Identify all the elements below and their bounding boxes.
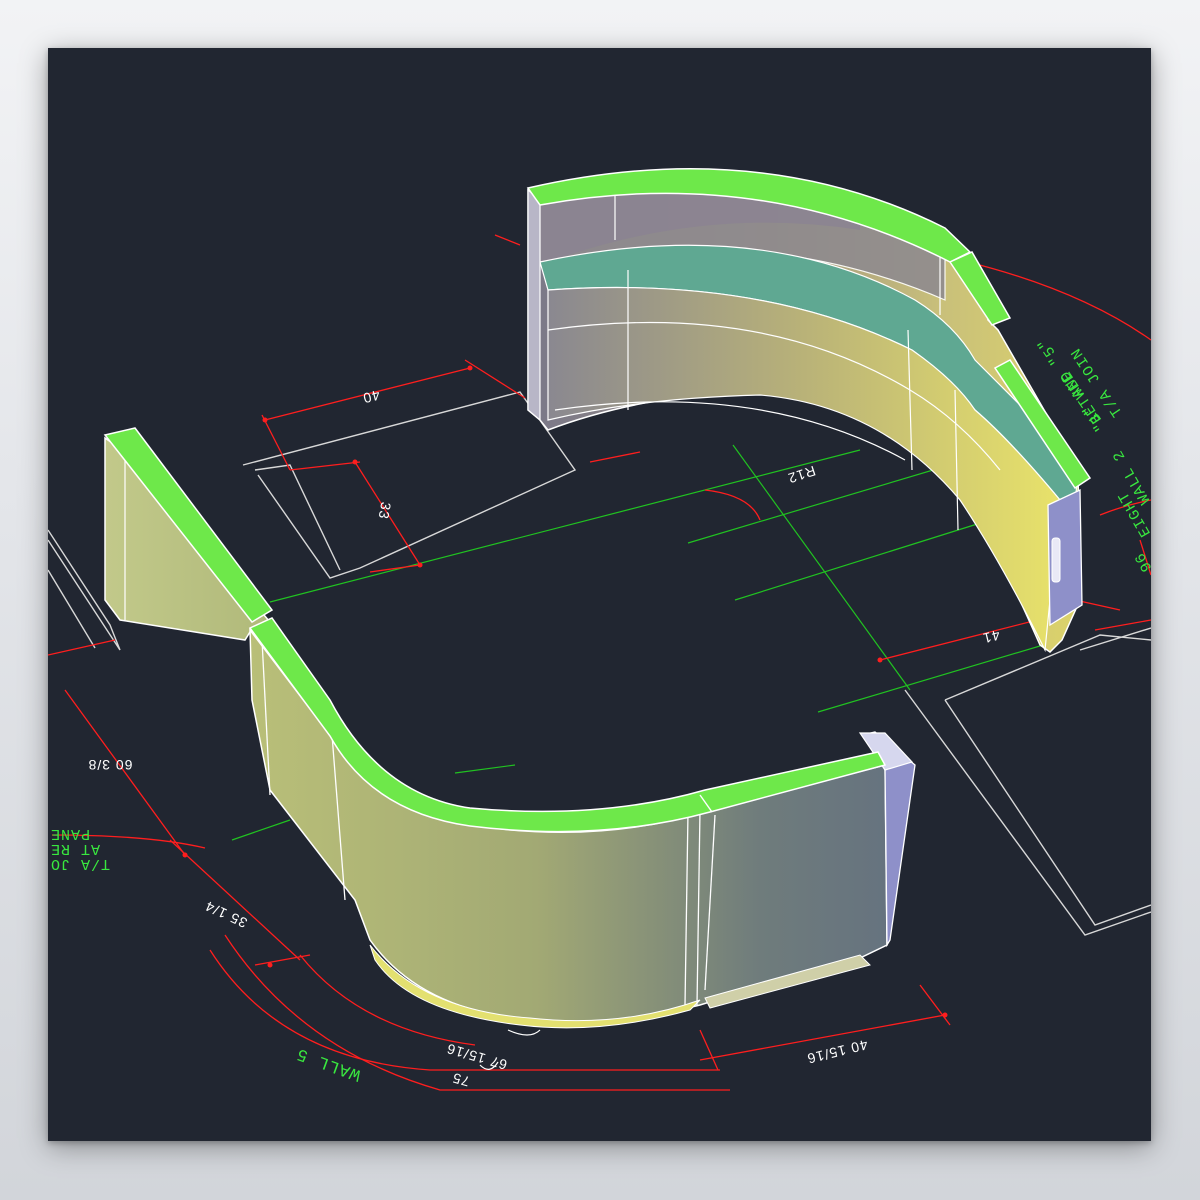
back-counter[interactable] [526, 168, 1092, 653]
note-right-num: 96 [1132, 549, 1151, 575]
dim-40-top: 40 [361, 387, 382, 407]
left-wall[interactable] [103, 427, 274, 641]
dim-60-3-8: 60 3/8 [88, 757, 133, 773]
cad-drawing: 40 33 R12 41 60 3/8 35 1/4 67 15/16 75 4… [48, 168, 1151, 1091]
dim-40-15-16: 40 15/16 [805, 1037, 870, 1068]
cad-viewport[interactable]: 40 33 R12 41 60 3/8 35 1/4 67 15/16 75 4… [48, 48, 1151, 1141]
dim-75: 75 [450, 1070, 471, 1090]
front-counter[interactable] [248, 617, 916, 1029]
dim-67-15-16: 67 15/16 [444, 1041, 508, 1074]
note-left-3: PANE [50, 825, 90, 842]
dim-33: 33 [376, 501, 395, 521]
dim-35-1-4: 35 1/4 [202, 898, 249, 931]
dim-r12: R12 [785, 463, 817, 487]
dim-41: 41 [981, 627, 1002, 647]
